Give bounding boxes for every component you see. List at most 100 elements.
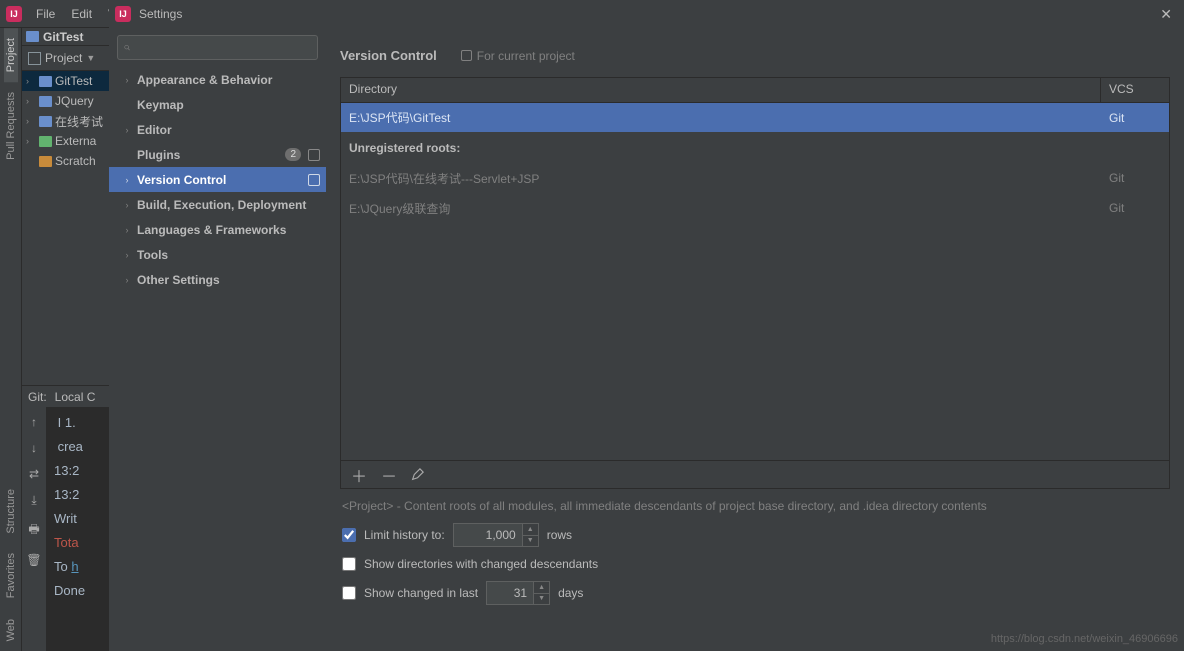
search-icon [124, 41, 130, 54]
tree-row-gittest[interactable]: ›GitTest [22, 71, 109, 91]
tool-tab-favorites[interactable]: Favorites [4, 543, 18, 608]
show-changed-checkbox[interactable] [342, 586, 356, 600]
plugins-badge: 2 [285, 148, 301, 161]
table-row[interactable]: E:\JQuery级联查询 Git [341, 193, 1169, 223]
search-field[interactable] [134, 40, 311, 55]
git-console[interactable]: I 1. crea 13:2 13:2 Writ Tota To h Done [46, 407, 109, 651]
add-button[interactable]: ＋ [351, 463, 367, 487]
project-scope-icon [308, 174, 320, 186]
settings-item-appearance[interactable]: ›Appearance & Behavior [109, 67, 326, 92]
folder-icon [39, 96, 52, 107]
tool-tab-pull-requests[interactable]: Pull Requests [4, 82, 18, 170]
show-directories-label: Show directories with changed descendant… [364, 557, 598, 571]
table-header: Directory VCS [341, 78, 1169, 103]
project-note: <Project> - Content roots of all modules… [340, 489, 1170, 521]
tree-row[interactable]: ›Externa [22, 131, 109, 151]
git-tabs[interactable]: Git: Local C [22, 386, 109, 407]
remove-button[interactable]: － [381, 463, 397, 487]
breadcrumb[interactable]: GitTest [22, 28, 109, 46]
show-changed-value[interactable] [486, 581, 534, 605]
show-changed-label: Show changed in last [364, 586, 478, 600]
trash-icon[interactable]: 🗑 [26, 553, 41, 567]
git-action-gutter: ↑ ↓ ⇄ ⤓ 🖶 🗑 [22, 407, 46, 651]
spinner-up-icon[interactable]: ▲ [534, 582, 549, 594]
folder-icon [26, 31, 39, 42]
settings-tree[interactable]: ›Appearance & Behavior ›Keymap ›Editor ›… [109, 67, 326, 651]
rows-label: rows [547, 528, 572, 542]
table-body[interactable]: E:\JSP代码\GitTest Git Unregistered roots:… [341, 103, 1169, 460]
table-row[interactable]: E:\JSP代码\在线考试---Servlet+JSP Git [341, 163, 1169, 193]
col-vcs[interactable]: VCS [1101, 78, 1169, 102]
folder-icon [39, 76, 52, 87]
close-button[interactable]: ✕ [1154, 6, 1178, 23]
table-toolbar: ＋ － [341, 460, 1169, 488]
settings-page-header: Version Control For current project [340, 48, 1170, 63]
settings-item-plugins[interactable]: ›Plugins2 [109, 142, 326, 167]
project-tool-label: Project [45, 51, 82, 65]
arrow-up-icon[interactable]: ↑ [31, 415, 37, 429]
cell-vcs: Git [1101, 171, 1169, 185]
tool-tab-project[interactable]: Project [4, 28, 18, 82]
tool-tab-web[interactable]: Web [4, 609, 18, 651]
options-group: Limit history to: ▲▼ rows Show directori… [340, 521, 1170, 607]
settings-item-version-control[interactable]: ›Version Control [109, 167, 326, 192]
chevron-down-icon[interactable]: ▼ [86, 53, 95, 63]
settings-item-tools[interactable]: ›Tools [109, 242, 326, 267]
option-limit-history: Limit history to: ▲▼ rows [342, 523, 1168, 547]
tree-row[interactable]: ›JQuery [22, 91, 109, 111]
menu-file[interactable]: File [28, 7, 63, 21]
settings-item-languages[interactable]: ›Languages & Frameworks [109, 217, 326, 242]
settings-tree-panel: ›Appearance & Behavior ›Keymap ›Editor ›… [109, 28, 326, 651]
tree-row[interactable]: ›在线考试 [22, 111, 109, 131]
option-show-changed: Show changed in last ▲▼ days [342, 581, 1168, 605]
git-local-tab[interactable]: Local C [55, 390, 96, 404]
project-scope-icon [308, 149, 320, 161]
settings-content: Version Control For current project Dire… [326, 28, 1184, 651]
breadcrumb-project: GitTest [43, 30, 83, 44]
tool-tab-structure[interactable]: Structure [4, 479, 18, 544]
scope-indicator: For current project [461, 49, 575, 63]
console-line: Tota [46, 531, 109, 555]
table-row[interactable]: E:\JSP代码\GitTest Git [341, 103, 1169, 133]
page-title: Version Control [340, 48, 437, 63]
scroll-icon[interactable]: ⤓ [31, 493, 36, 508]
cell-vcs: Git [1101, 111, 1169, 125]
folder-icon [39, 116, 52, 127]
settings-item-editor[interactable]: ›Editor [109, 117, 326, 142]
print-icon[interactable]: 🖶 [28, 520, 39, 541]
settings-title: Settings [139, 7, 1154, 21]
settings-item-keymap[interactable]: ›Keymap [109, 92, 326, 117]
left-gutter: Project Pull Requests Structure Favorite… [0, 28, 22, 651]
limit-history-checkbox[interactable] [342, 528, 356, 542]
menu-edit[interactable]: Edit [63, 7, 100, 21]
settings-search-input[interactable] [117, 35, 318, 60]
limit-history-spinner[interactable]: ▲▼ [453, 523, 539, 547]
limit-history-value[interactable] [453, 523, 523, 547]
project-tool-header[interactable]: Project ▼ [22, 46, 109, 71]
console-line: Done [46, 579, 109, 603]
library-icon [39, 136, 52, 147]
settings-item-build[interactable]: ›Build, Execution, Deployment [109, 192, 326, 217]
col-directory[interactable]: Directory [341, 78, 1101, 102]
show-changed-spinner[interactable]: ▲▼ [486, 581, 550, 605]
spinner-up-icon[interactable]: ▲ [523, 524, 538, 536]
settings-dialog: IJ Settings ✕ ›Appearance & Behavior ›Ke… [109, 0, 1184, 651]
cell-directory: E:\JSP代码\GitTest [341, 109, 1101, 126]
console-line: crea [46, 435, 109, 459]
edit-button[interactable] [411, 468, 424, 481]
spinner-down-icon[interactable]: ▼ [534, 594, 549, 605]
console-line: 13:2 [46, 459, 109, 483]
scratch-icon [39, 156, 52, 167]
app-logo-icon: IJ [6, 6, 22, 22]
limit-history-label: Limit history to: [364, 528, 445, 542]
show-directories-checkbox[interactable] [342, 557, 356, 571]
spinner-down-icon[interactable]: ▼ [523, 536, 538, 547]
arrow-down-icon[interactable]: ↓ [31, 441, 37, 455]
project-scope-icon [461, 50, 472, 61]
cell-vcs: Git [1101, 201, 1169, 215]
soft-wrap-icon[interactable]: ⇄ [29, 467, 39, 481]
tree-row[interactable]: Scratch [22, 151, 109, 171]
app-logo-icon: IJ [115, 6, 131, 22]
vcs-mappings-table: Directory VCS E:\JSP代码\GitTest Git Unreg… [340, 77, 1170, 489]
settings-item-other[interactable]: ›Other Settings [109, 267, 326, 292]
